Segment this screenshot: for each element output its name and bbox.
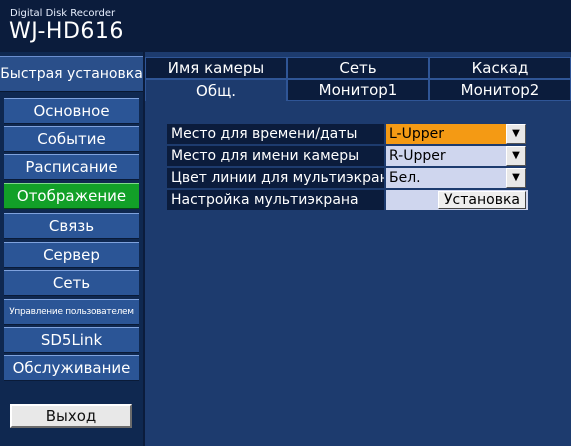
camera-name-position-select[interactable]: R-Upper bbox=[386, 146, 506, 166]
sidebar-item-basic[interactable]: Основное bbox=[4, 98, 139, 124]
dropdown-button[interactable]: ▼ bbox=[506, 146, 526, 166]
sidebar-item-user-management[interactable]: Управление пользователем bbox=[4, 299, 139, 325]
tab-camera-name[interactable]: Имя камеры bbox=[145, 57, 287, 79]
top-bar bbox=[144, 0, 571, 52]
tab-cascade[interactable]: Каскад bbox=[429, 57, 571, 79]
triangle-down-icon: ▼ bbox=[512, 172, 520, 183]
device-title: Digital Disk Recorder WJ-HD616 bbox=[3, 2, 143, 48]
sidebar-item-server[interactable]: Сервер bbox=[4, 242, 139, 268]
triangle-down-icon: ▼ bbox=[512, 128, 520, 139]
sidebar-item-schedule[interactable]: Расписание bbox=[4, 154, 139, 180]
tab-general[interactable]: Общ. bbox=[145, 79, 287, 101]
sidebar: Быстрая установка Основное Событие Распи… bbox=[0, 52, 143, 446]
app-frame: Digital Disk Recorder WJ-HD616 Быстрая у… bbox=[0, 0, 571, 446]
setting-label: Место для имени камеры bbox=[167, 146, 384, 166]
setting-row-camera-name-position: Место для имени камеры R-Upper ▼ bbox=[167, 146, 528, 166]
device-subtitle: Digital Disk Recorder bbox=[10, 8, 116, 19]
sidebar-item-event[interactable]: Событие bbox=[4, 126, 139, 152]
setting-label: Цвет линии для мультиэкрана bbox=[167, 168, 384, 188]
setup-cell: Установка bbox=[386, 190, 528, 210]
quick-setup-button[interactable]: Быстрая установка bbox=[0, 56, 143, 92]
dropdown-button[interactable]: ▼ bbox=[506, 168, 526, 188]
setting-label: Настройка мультиэкрана bbox=[167, 190, 384, 210]
setting-row-time-date-position: Место для времени/даты L-Upper ▼ bbox=[167, 124, 528, 144]
device-model: WJ-HD616 bbox=[9, 19, 124, 44]
sidebar-item-sd5link[interactable]: SD5Link bbox=[4, 327, 139, 353]
sidebar-item-maintenance[interactable]: Обслуживание bbox=[4, 355, 139, 381]
multiscreen-line-color-select[interactable]: Бел. bbox=[386, 168, 506, 188]
tab-monitor1[interactable]: Монитор1 bbox=[287, 79, 429, 101]
dropdown-button[interactable]: ▼ bbox=[506, 124, 526, 144]
multiscreen-setup-button[interactable]: Установка bbox=[438, 191, 526, 209]
triangle-down-icon: ▼ bbox=[512, 150, 520, 161]
time-date-position-select[interactable]: L-Upper bbox=[386, 124, 506, 144]
sidebar-item-network[interactable]: Сеть bbox=[4, 270, 139, 296]
exit-button[interactable]: Выход bbox=[10, 404, 132, 428]
setting-row-multiscreen-setup: Настройка мультиэкрана Установка bbox=[167, 190, 528, 210]
setting-label: Место для времени/даты bbox=[167, 124, 384, 144]
main-panel bbox=[145, 52, 571, 446]
setting-row-multiscreen-line-color: Цвет линии для мультиэкрана Бел. ▼ bbox=[167, 168, 528, 188]
tab-network[interactable]: Сеть bbox=[287, 57, 429, 79]
sidebar-item-display[interactable]: Отображение bbox=[4, 183, 139, 209]
tab-monitor2[interactable]: Монитор2 bbox=[429, 79, 571, 101]
sidebar-item-communication[interactable]: Связь bbox=[4, 213, 139, 239]
